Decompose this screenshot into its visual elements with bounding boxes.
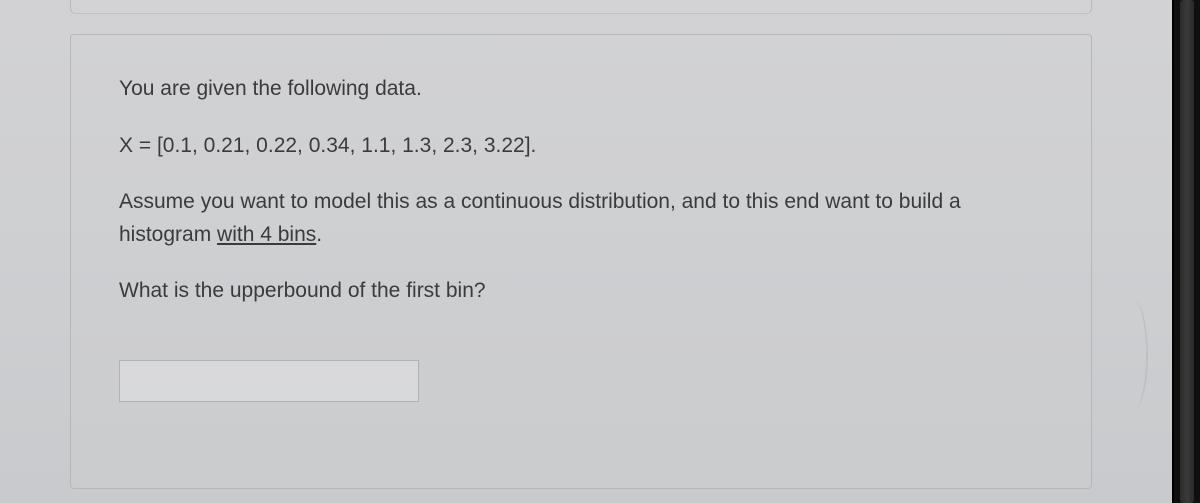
- question-intro: You are given the following data.: [119, 73, 1043, 106]
- question-card: You are given the following data. X = [0…: [70, 34, 1092, 489]
- previous-card-bottom-edge: [70, 0, 1092, 14]
- answer-input[interactable]: [119, 360, 419, 402]
- screen-surface: You are given the following data. X = [0…: [0, 0, 1172, 503]
- assumption-post: .: [316, 223, 322, 246]
- screen-reflection: [1102, 300, 1148, 410]
- question-prompt: What is the upperbound of the first bin?: [119, 275, 1043, 308]
- question-assumption: Assume you want to model this as a conti…: [119, 186, 1043, 251]
- assumption-underlined: with 4 bins: [217, 223, 316, 246]
- monitor-bezel-right: [1172, 0, 1200, 503]
- question-data-line: X = [0.1, 0.21, 0.22, 0.34, 1.1, 1.3, 2.…: [119, 130, 1043, 163]
